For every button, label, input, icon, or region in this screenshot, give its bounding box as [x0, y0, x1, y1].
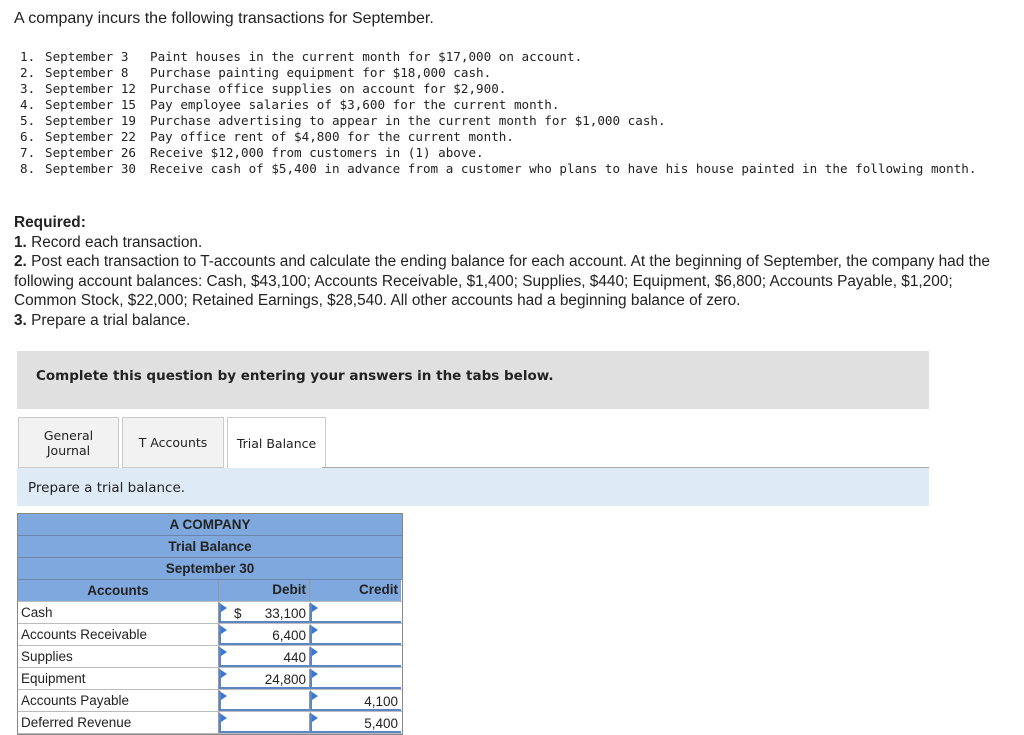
- required-item: 1. Record each transaction.: [14, 233, 1019, 253]
- debit-value: 440: [283, 650, 306, 665]
- transaction-text: Purchase painting equipment for $18,000 …: [150, 65, 492, 80]
- transaction-number: 4.: [20, 97, 36, 112]
- account-name: Cash: [18, 602, 219, 623]
- credit-input[interactable]: [310, 624, 401, 645]
- transaction-number: 7.: [20, 145, 36, 160]
- intro-text: A company incurs the following transacti…: [14, 10, 434, 27]
- transaction-text: Pay employee salaries of $3,600 for the …: [150, 97, 560, 112]
- debit-input[interactable]: $33,100: [219, 602, 310, 623]
- debit-header: Debit: [219, 580, 310, 601]
- transaction-item: 2. September 8 Purchase painting equipment…: [20, 65, 1005, 81]
- debit-input[interactable]: 6,400: [219, 624, 310, 645]
- transaction-text: Pay office rent of $4,800 for the curren…: [150, 129, 514, 144]
- table-row: Accounts Payable 4,100: [18, 690, 402, 712]
- credit-input[interactable]: [310, 602, 401, 623]
- transaction-date: September 30: [45, 161, 136, 176]
- transaction-list: 1. September 3 Paint houses in the current…: [20, 49, 1005, 177]
- debit-input[interactable]: [219, 690, 310, 711]
- statement-date: September 30: [18, 558, 402, 580]
- transaction-number: 2.: [20, 65, 36, 80]
- transaction-text: Purchase office supplies on account for …: [150, 81, 507, 96]
- required-text: Post each transaction to T-accounts and …: [14, 253, 990, 309]
- statement-title: Trial Balance: [18, 536, 402, 558]
- transaction-date: September 3: [45, 49, 129, 64]
- transaction-text: Receive $12,000 from customers in (1) ab…: [150, 145, 484, 160]
- transaction-number: 1.: [20, 49, 36, 64]
- transaction-date: September 22: [45, 129, 136, 144]
- currency-symbol: $: [234, 606, 242, 621]
- required-item: 2. Post each transaction to T-accounts a…: [14, 252, 1019, 311]
- transaction-item: 6. September 22 Pay office rent of $4,800 …: [20, 129, 1005, 145]
- credit-input[interactable]: [310, 668, 401, 689]
- account-name: Accounts Receivable: [18, 624, 219, 645]
- required-number: 3.: [14, 311, 27, 329]
- required-heading: Required:: [14, 214, 86, 231]
- transaction-date: September 26: [45, 145, 136, 160]
- transaction-text: Paint houses in the current month for $1…: [150, 49, 583, 64]
- debit-input[interactable]: 24,800: [219, 668, 310, 689]
- table-row: Equipment 24,800: [18, 668, 402, 690]
- transaction-item: 3. September 12 Purchase office supplies o…: [20, 81, 1005, 97]
- credit-header: Credit: [310, 580, 401, 601]
- transaction-number: 8.: [20, 161, 36, 176]
- transaction-number: 3.: [20, 81, 36, 96]
- prompt-bar: Prepare a trial balance.: [17, 468, 929, 506]
- required-item: 3. Prepare a trial balance.: [14, 311, 1019, 331]
- credit-input[interactable]: 5,400: [310, 712, 401, 733]
- tab-bar: General Journal T Accounts Trial Balance: [18, 417, 329, 469]
- transaction-number: 6.: [20, 129, 36, 144]
- transaction-date: September 8: [45, 65, 129, 80]
- account-name: Deferred Revenue: [18, 712, 219, 733]
- account-name: Equipment: [18, 668, 219, 689]
- transaction-item: 1. September 3 Paint houses in the current…: [20, 49, 1005, 65]
- account-name: Accounts Payable: [18, 690, 219, 711]
- credit-input[interactable]: 4,100: [310, 690, 401, 711]
- accounts-header: Accounts: [18, 580, 219, 601]
- tab-t-accounts[interactable]: T Accounts: [122, 417, 224, 468]
- transaction-number: 5.: [20, 113, 36, 128]
- table-row: Supplies 440: [18, 646, 402, 668]
- prompt-text: Prepare a trial balance.: [28, 480, 186, 496]
- credit-value: 4,100: [364, 694, 398, 709]
- transaction-text: Purchase advertising to appear in the cu…: [150, 113, 666, 128]
- transaction-item: 5. September 19 Purchase advertising to ap…: [20, 113, 1005, 129]
- required-section: Required: 1. Record each transaction. 2. P…: [14, 213, 1019, 330]
- debit-input[interactable]: 440: [219, 646, 310, 667]
- transaction-date: September 12: [45, 81, 136, 96]
- transaction-item: 7. September 26 Receive $12,000 from custo…: [20, 145, 1005, 161]
- transaction-date: September 15: [45, 97, 136, 112]
- account-name: Supplies: [18, 646, 219, 667]
- company-name: A COMPANY: [18, 514, 402, 536]
- banner-text: Complete this question by entering your …: [36, 368, 554, 384]
- table-row: Cash $33,100: [18, 602, 402, 624]
- tab-label: General Journal: [43, 427, 94, 458]
- required-text: Prepare a trial balance.: [26, 311, 191, 329]
- transaction-item: 4. September 15 Pay employee salaries of $…: [20, 97, 1005, 113]
- required-number: 2.: [14, 253, 27, 270]
- required-text: Record each transaction.: [26, 233, 203, 251]
- credit-input[interactable]: [310, 646, 401, 667]
- credit-value: 5,400: [364, 716, 398, 731]
- transaction-item: 8. September 30 Receive cash of $5,400 in …: [20, 161, 1005, 177]
- required-number: 1.: [14, 233, 27, 251]
- debit-value: 33,100: [264, 606, 306, 621]
- trial-balance-table: A COMPANY Trial Balance September 30 Acc…: [17, 513, 403, 735]
- transaction-text: Receive cash of $5,400 in advance from a…: [150, 161, 977, 176]
- instructions-banner: Complete this question by entering your …: [17, 351, 929, 409]
- debit-input[interactable]: [219, 712, 310, 733]
- column-headers: Accounts Debit Credit: [18, 580, 402, 602]
- table-row: Deferred Revenue 5,400: [18, 712, 402, 734]
- tab-general-journal[interactable]: General Journal: [18, 417, 119, 468]
- table-row: Accounts Receivable 6,400: [18, 624, 402, 646]
- debit-value: 6,400: [272, 628, 306, 643]
- debit-value: 24,800: [264, 672, 306, 687]
- transaction-date: September 19: [45, 113, 136, 128]
- tab-trial-balance[interactable]: Trial Balance: [227, 417, 326, 469]
